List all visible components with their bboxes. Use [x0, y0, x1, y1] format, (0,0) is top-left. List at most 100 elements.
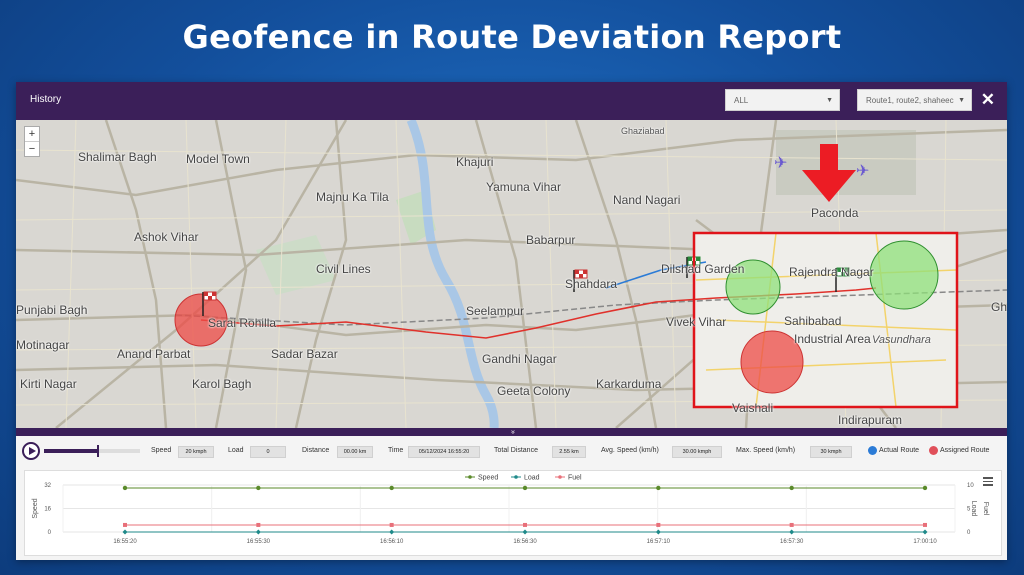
map-label: Shahdara	[565, 277, 618, 291]
time-value: 05/12/2024 16:55:20	[408, 446, 480, 458]
data-point[interactable]	[922, 485, 928, 491]
route-select[interactable]: Route1, route2, shaheec ▼	[857, 89, 972, 111]
total-distance-value: 2.55 km	[552, 446, 586, 458]
collapse-toggle[interactable]: »	[16, 428, 1007, 436]
filter-select[interactable]: ALL ▼	[725, 89, 840, 111]
legend-label[interactable]: Fuel	[568, 475, 582, 482]
data-point[interactable]	[122, 485, 128, 491]
actual-route-dot	[868, 446, 877, 455]
map-label: Paconda	[811, 206, 859, 220]
data-point[interactable]	[789, 529, 795, 535]
data-point[interactable]	[655, 529, 661, 535]
speed-label: Speed	[151, 447, 172, 454]
map-label: Nand Nagari	[613, 193, 681, 207]
time-label: Time	[388, 447, 404, 454]
assigned-route-label: Assigned Route	[940, 447, 990, 454]
legend-marker	[514, 475, 518, 479]
actual-route-label: Actual Route	[879, 447, 920, 454]
data-point[interactable]	[523, 522, 527, 527]
data-point[interactable]	[656, 485, 661, 491]
total-distance-label: Total Distance	[494, 447, 538, 454]
zoom-out-button[interactable]: −	[25, 141, 39, 156]
map-label: Geeta Colony	[497, 384, 571, 398]
map-label: Ghaziabad	[621, 126, 665, 136]
window-titlebar: History ALL ▼ Route1, route2, shaheec ▼ …	[16, 82, 1007, 120]
timeline-handle[interactable]	[96, 445, 99, 457]
load-value: 0	[250, 446, 286, 458]
geofence-green[interactable]	[869, 240, 939, 310]
y-tick-label: 0	[48, 530, 52, 536]
avg-speed-value: 30.00 kmph	[672, 446, 722, 458]
map-label: Gh	[991, 300, 1007, 314]
chevron-down-icon: »	[508, 430, 516, 434]
legend-label[interactable]: Speed	[478, 475, 498, 482]
data-point[interactable]	[922, 529, 928, 535]
data-point[interactable]	[389, 529, 395, 535]
filter-select-value: ALL	[734, 96, 749, 105]
window-title: History	[30, 94, 62, 105]
close-icon[interactable]: ✕	[981, 90, 995, 110]
map-label: Civil Lines	[316, 262, 371, 276]
history-window: History ALL ▼ Route1, route2, shaheec ▼ …	[16, 82, 1007, 560]
data-point[interactable]	[389, 522, 394, 527]
map-label: Rajendra Nagar	[789, 265, 874, 279]
page-headline: Geofence in Route Deviation Report	[182, 18, 842, 56]
data-point[interactable]	[122, 529, 128, 535]
x-tick-label: 17:00:10	[913, 539, 937, 545]
data-point[interactable]	[789, 485, 794, 491]
map-label: Babarpur	[526, 233, 576, 247]
x-tick-label: 16:57:30	[780, 539, 804, 545]
speed-load-fuel-chart: 32 16 0 10 5 0 Speed Load Fuel 16:55:20 16:55:30 16…	[24, 470, 1002, 556]
data-point[interactable]	[389, 485, 394, 491]
legend-marker	[468, 475, 472, 479]
data-point[interactable]	[522, 485, 528, 491]
chart-canvas: 321601050Speed Load Fuel16:55:20 16:55:30 16…	[32, 475, 989, 546]
assigned-route-dot	[929, 446, 938, 455]
map-label: Karkarduma	[596, 377, 662, 391]
data-point[interactable]	[923, 522, 927, 527]
map-label: Sahibabad	[784, 314, 842, 328]
map-label: Kirti Nagar	[20, 377, 77, 391]
map-label: Sadar Bazar	[271, 347, 338, 361]
playback-controls: Speed 20 kmph Load 0 Distance 00.00 km T…	[16, 436, 1007, 466]
map-label: Khajuri	[456, 155, 494, 169]
map-label: Sarai Rohilla	[208, 316, 277, 330]
chevron-down-icon: ▼	[958, 97, 965, 104]
max-speed-label: Max. Speed (km/h)	[736, 447, 796, 454]
data-point[interactable]	[522, 529, 528, 535]
x-tick-label: 16:55:20	[113, 539, 137, 545]
map-view[interactable]: ✈ ✈ + − Shalimar Bagh Model Town Khajuri…	[16, 120, 1007, 428]
map-label: Motinagar	[16, 338, 70, 352]
data-point[interactable]	[256, 485, 261, 491]
y-axis-label: Speed	[32, 498, 39, 518]
y-tick-label: 32	[44, 483, 51, 489]
route-select-value: Route1, route2, shaheec	[866, 96, 954, 105]
chevron-down-icon: ▼	[826, 97, 833, 104]
y2-tick-label: 0	[967, 530, 971, 536]
data-point[interactable]	[656, 522, 661, 527]
playback-timeline[interactable]	[44, 445, 140, 457]
legend-marker	[558, 475, 562, 479]
map-label: Majnu Ka Tila	[316, 190, 389, 204]
airport-area	[776, 130, 916, 195]
map-label: Anand Parbat	[117, 347, 191, 361]
legend-label[interactable]: Load	[524, 475, 540, 482]
zoom-control: + −	[24, 126, 40, 157]
x-tick-label: 16:56:30	[513, 539, 537, 545]
data-point[interactable]	[255, 529, 261, 535]
map-label: Model Town	[186, 152, 250, 166]
data-point[interactable]	[256, 522, 261, 527]
y2-axis-label: Load	[970, 501, 977, 517]
data-point[interactable]	[123, 522, 127, 527]
menu-icon[interactable]	[983, 477, 993, 488]
zoom-in-button[interactable]: +	[25, 127, 39, 141]
data-point[interactable]	[789, 522, 794, 527]
x-tick-label: 16:55:30	[247, 539, 271, 545]
play-button[interactable]	[22, 442, 40, 460]
map-label: Gandhi Nagar	[482, 352, 557, 366]
map-label: Vivek Vihar	[666, 315, 727, 329]
airplane-icon: ✈	[856, 163, 869, 180]
map-label: Indirapuram	[838, 413, 903, 427]
distance-value: 00.00 km	[337, 446, 373, 458]
speed-value: 20 kmph	[178, 446, 214, 458]
